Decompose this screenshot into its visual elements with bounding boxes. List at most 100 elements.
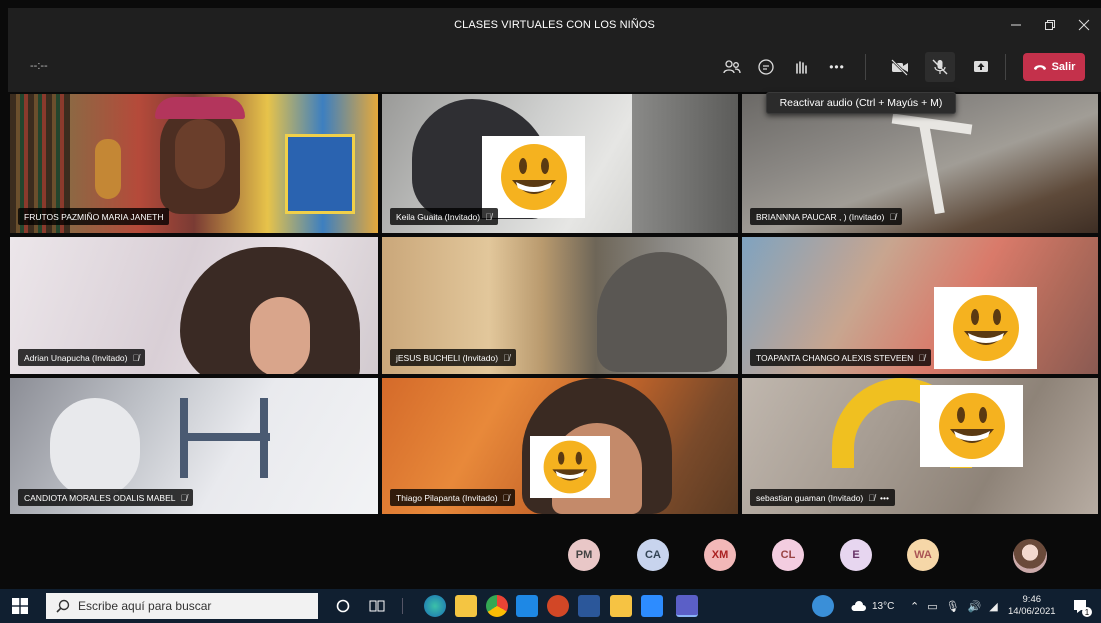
- chevron-up-icon[interactable]: ⌃: [910, 600, 919, 613]
- participant-avatar[interactable]: WA: [907, 539, 939, 571]
- powerpoint-icon[interactable]: [547, 595, 569, 617]
- participants-button[interactable]: [717, 52, 747, 82]
- cloud-icon: [851, 601, 866, 611]
- video-grid: FRUTOS PAZMIÑO MARIA JANETH Keila Guaita…: [10, 94, 1098, 514]
- smiley-emoji-icon: [938, 393, 1005, 459]
- video-tile[interactable]: sebastian guaman (Invitado) 🎙̸ •••: [742, 378, 1098, 514]
- clock[interactable]: 9:46 14/06/2021: [1008, 589, 1056, 623]
- participant-name-tag: jESUS BUCHELI (Invitado) 🎙̸: [390, 349, 516, 366]
- search-placeholder: Escribe aquí para buscar: [78, 599, 212, 613]
- chrome-icon[interactable]: [486, 595, 508, 617]
- windows-start-icon[interactable]: [12, 598, 28, 614]
- window-controls: [999, 8, 1101, 42]
- video-tile[interactable]: BRIANNNA PAUCAR , ) (Invitado) 🎙̸: [742, 94, 1098, 233]
- participant-name-tag: sebastian guaman (Invitado) 🎙̸ •••: [750, 489, 895, 506]
- mic-off-icon: 🎙̸: [132, 352, 140, 363]
- system-tray-icons[interactable]: ⌃ ▭ 🎙 🔊 ◢: [910, 589, 998, 623]
- mic-off-icon: 🎙̸: [180, 492, 188, 503]
- minimize-icon: [1011, 24, 1021, 26]
- task-view-icon[interactable]: [366, 595, 388, 617]
- leave-button[interactable]: Salir: [1023, 53, 1085, 81]
- battery-icon[interactable]: ▭: [927, 600, 937, 613]
- word-icon[interactable]: [578, 595, 600, 617]
- windows-taskbar: Escribe aquí para buscar 13°C ⌃ ▭ 🎙 🔊 ◢ …: [0, 589, 1101, 623]
- reactions-button[interactable]: [786, 52, 816, 82]
- emoji-sticker: [482, 136, 585, 218]
- participant-name-tag: BRIANNNA PAUCAR , ) (Invitado) 🎙̸: [750, 208, 903, 225]
- edge-browser-icon[interactable]: [424, 595, 446, 617]
- video-tile[interactable]: TOAPANTA CHANGO ALEXIS STEVEEN 🎙̸: [742, 237, 1098, 374]
- notification-count: 1: [1082, 607, 1092, 617]
- participant-name-tag: TOAPANTA CHANGO ALEXIS STEVEEN 🎙̸: [750, 349, 932, 366]
- window-title: CLASES VIRTUALES CON LOS NIÑOS: [454, 19, 655, 31]
- close-icon: [1078, 19, 1090, 31]
- teams-icon[interactable]: [676, 595, 698, 617]
- share-screen-button[interactable]: [966, 52, 996, 82]
- cortana-icon[interactable]: [332, 595, 354, 617]
- video-tile[interactable]: Adrian Unapucha (Invitado) 🎙̸: [10, 237, 378, 374]
- video-tile[interactable]: CANDIOTA MORALES ODALIS MABEL 🎙̸: [10, 378, 378, 514]
- leave-label: Salir: [1051, 61, 1076, 73]
- video-tile[interactable]: jESUS BUCHELI (Invitado) 🎙̸: [382, 237, 738, 374]
- mic-off-icon: 🎙̸: [889, 211, 897, 222]
- mail-icon[interactable]: [516, 595, 538, 617]
- chat-icon: [758, 59, 774, 75]
- video-tile[interactable]: Keila Guaita (Invitado) 🎙̸: [382, 94, 738, 233]
- emoji-sticker: [934, 287, 1037, 369]
- participant-avatar[interactable]: CA: [637, 539, 669, 571]
- mic-tooltip: Reactivar audio (Ctrl + Mayús + M): [766, 92, 956, 114]
- mic-off-icon: 🎙̸: [918, 352, 926, 363]
- hang-up-icon: [1033, 65, 1046, 70]
- participant-avatar[interactable]: CL: [772, 539, 804, 571]
- emoji-sticker: [920, 385, 1023, 467]
- toolbar-divider: [865, 54, 866, 80]
- restore-button[interactable]: [1033, 8, 1067, 42]
- file-explorer-icon[interactable]: [610, 595, 632, 617]
- chat-button[interactable]: [751, 52, 781, 82]
- more-options-button[interactable]: •••: [822, 52, 852, 82]
- microphone-icon[interactable]: 🎙: [946, 600, 960, 613]
- smiley-emoji-icon: [543, 440, 597, 494]
- notification-center-button[interactable]: 1: [1072, 589, 1092, 623]
- people-icon: [723, 60, 741, 74]
- mic-off-icon: 🎙̸: [485, 211, 492, 222]
- weather-widget[interactable]: 13°C: [850, 589, 894, 623]
- participant-photo-avatar[interactable]: [1013, 539, 1047, 573]
- clock-date: 14/06/2021: [1008, 606, 1056, 617]
- participant-name-tag: CANDIOTA MORALES ODALIS MABEL 🎙̸: [18, 489, 194, 506]
- mic-off-icon: [932, 59, 948, 75]
- taskbar-search-box[interactable]: Escribe aquí para buscar: [46, 593, 318, 619]
- participant-name-tag: Thiago Pilapanta (Invitado) 🎙̸: [390, 489, 516, 506]
- participant-avatar[interactable]: XM: [704, 539, 736, 571]
- participant-name-tag: FRUTOS PAZMIÑO MARIA JANETH: [18, 208, 170, 225]
- zoom-icon[interactable]: [641, 595, 663, 617]
- participant-avatar[interactable]: PM: [568, 539, 600, 571]
- smiley-emoji-icon: [952, 295, 1019, 361]
- meeting-toolbar: --:-- ••• Salir: [8, 42, 1101, 92]
- smiley-emoji-icon: [500, 144, 567, 210]
- minimize-button[interactable]: [999, 8, 1033, 42]
- mic-off-icon: 🎙̸: [868, 492, 876, 503]
- camera-off-button[interactable]: [885, 52, 915, 82]
- video-tile[interactable]: Thiago Pilapanta (Invitado) 🎙̸: [382, 378, 738, 514]
- share-tray-icon: [974, 61, 988, 72]
- participant-name-tag: Keila Guaita (Invitado) 🎙̸: [390, 208, 498, 225]
- weather-temperature: 13°C: [872, 600, 895, 612]
- restore-icon: [1045, 20, 1055, 30]
- more-options-icon[interactable]: •••: [880, 493, 889, 503]
- unmute-mic-button[interactable]: [925, 52, 955, 82]
- help-icon[interactable]: [812, 595, 834, 617]
- title-bar: CLASES VIRTUALES CON LOS NIÑOS: [8, 8, 1101, 42]
- taskbar-divider: [402, 598, 403, 614]
- participant-avatar[interactable]: E: [840, 539, 872, 571]
- search-icon: [56, 599, 70, 613]
- toolbar-divider: [1005, 54, 1006, 80]
- close-button[interactable]: [1067, 8, 1101, 42]
- network-icon[interactable]: ◢: [989, 600, 997, 613]
- meeting-timer: --:--: [30, 60, 48, 72]
- store-icon[interactable]: [455, 595, 477, 617]
- video-tile[interactable]: FRUTOS PAZMIÑO MARIA JANETH: [10, 94, 378, 233]
- volume-icon[interactable]: 🔊: [968, 600, 982, 613]
- raise-hand-icon: [796, 61, 807, 74]
- mic-off-icon: 🎙̸: [502, 492, 510, 503]
